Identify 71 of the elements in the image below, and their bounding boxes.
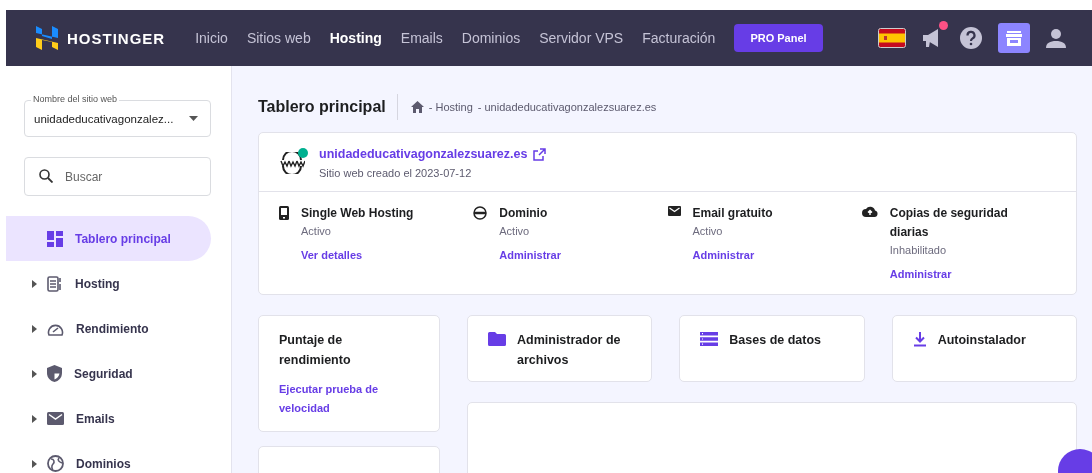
- list-icon: [700, 332, 719, 346]
- folder-icon: [488, 332, 506, 346]
- nav-link[interactable]: Hosting: [329, 30, 382, 46]
- mail-icon: [667, 206, 681, 216]
- breadcrumb-item[interactable]: - Hosting: [428, 101, 473, 113]
- service-title: Dominio: [499, 205, 549, 222]
- performance-title: Puntaje de rendimiento: [279, 332, 352, 369]
- brand-name: HOSTINGER: [67, 29, 166, 47]
- service-title: Copias de seguridad diarias: [889, 205, 1009, 241]
- sidebar-item[interactable]: Emails: [6, 396, 211, 441]
- service-link[interactable]: Administrar: [692, 249, 773, 261]
- sidebar-item[interactable]: Dominios: [6, 441, 211, 473]
- dashboard-icon: [47, 230, 63, 247]
- sidebar-item-label: Emails: [76, 411, 115, 426]
- speed-test-link[interactable]: Ejecutar prueba de velocidad: [279, 380, 419, 418]
- sidebar-item-label: Tablero principal: [75, 231, 171, 246]
- service-link[interactable]: Administrar: [499, 249, 561, 261]
- store-icon: [1005, 29, 1023, 47]
- download-icon: [912, 332, 927, 347]
- pro-panel-button[interactable]: PRO Panel: [734, 24, 823, 52]
- search-field[interactable]: Buscar: [24, 157, 211, 196]
- sidebar-item[interactable]: Seguridad: [6, 351, 211, 396]
- globe-icon: [279, 152, 305, 174]
- store-button[interactable]: [998, 23, 1030, 53]
- flag-icon[interactable]: [878, 28, 906, 48]
- nav-link[interactable]: Dominios: [461, 30, 521, 46]
- globe-icon: [47, 455, 64, 472]
- domain-link[interactable]: unidadeducativagonzalezsuarez.es: [319, 147, 547, 161]
- home-icon[interactable]: [410, 101, 424, 113]
- sidebar-item[interactable]: Hosting: [6, 261, 211, 306]
- shield-icon: [47, 365, 62, 382]
- service-status: Activo: [301, 225, 332, 237]
- service-status: Activo: [499, 225, 531, 237]
- service-title: Single Web Hosting: [301, 205, 414, 222]
- nav-link[interactable]: Facturación: [642, 30, 716, 46]
- page-title: Tablero principal: [258, 94, 398, 120]
- server-icon: [47, 275, 63, 292]
- tool-label: Autoinstalador: [937, 332, 1026, 349]
- created-date: Sitio web creado el 2023-07-12: [319, 167, 473, 179]
- nav-link[interactable]: Sitios web: [246, 30, 311, 46]
- sidebar-item[interactable]: Tablero principal: [6, 216, 211, 261]
- search-icon: [39, 169, 53, 183]
- nav-link[interactable]: Emails: [400, 30, 443, 46]
- tool-label: Bases de datos: [729, 332, 822, 349]
- field-label: Nombre del sitio web: [31, 94, 120, 105]
- breadcrumb-item[interactable]: - unidadeducativagonzalezsuarez.es: [477, 101, 657, 113]
- mail-icon: [47, 412, 64, 425]
- nav-link[interactable]: Inicio: [195, 30, 228, 46]
- phone-icon: [279, 206, 289, 220]
- logo-icon: [36, 26, 58, 50]
- external-link-icon: [533, 147, 547, 161]
- service-link[interactable]: Administrar: [889, 268, 1035, 280]
- service-link[interactable]: Ver detalles: [301, 249, 414, 261]
- service-status: Inhabilitado: [889, 244, 948, 256]
- tool-card[interactable]: Administrador de archivos: [467, 315, 653, 382]
- service-title: Email gratuito: [692, 205, 773, 222]
- sidebar-item[interactable]: Rendimiento: [6, 306, 211, 351]
- tool-card[interactable]: Autoinstalador: [891, 315, 1077, 382]
- sidebar-item-label: Rendimiento: [76, 321, 149, 336]
- tool-card[interactable]: Bases de datos: [679, 315, 865, 382]
- nav-link[interactable]: Servidor VPS: [539, 30, 624, 46]
- service-status: Activo: [692, 225, 724, 237]
- sidebar-item-label: Dominios: [76, 456, 131, 471]
- cloud-upload-icon: [861, 206, 878, 217]
- globe-icon: [473, 206, 488, 220]
- user-icon[interactable]: [1046, 28, 1066, 48]
- help-icon[interactable]: [960, 27, 982, 49]
- sidebar-item-label: Seguridad: [74, 366, 133, 381]
- tool-label: Administrador de archivos: [517, 332, 622, 369]
- caret-icon: [189, 116, 198, 121]
- sidebar-item-label: Hosting: [75, 276, 120, 291]
